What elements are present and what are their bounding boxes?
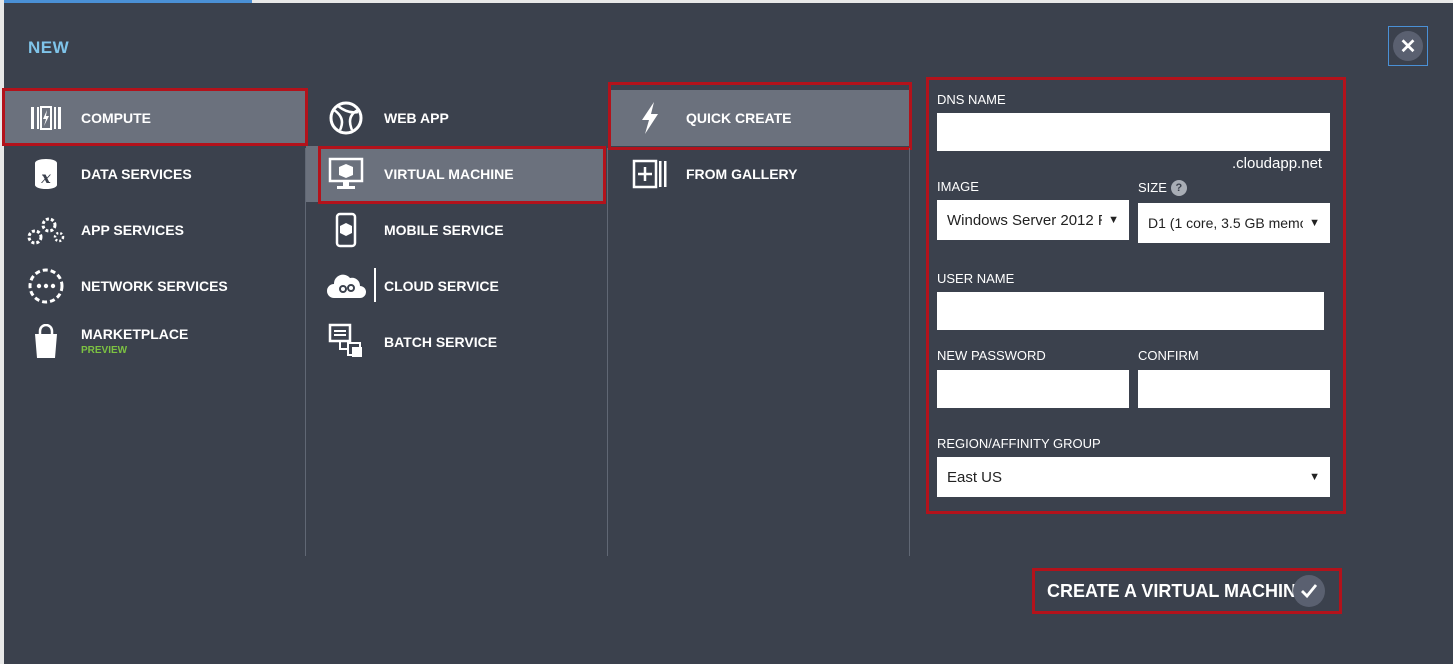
preview-badge: PREVIEW bbox=[81, 345, 128, 356]
gallery-icon bbox=[630, 154, 670, 194]
size-select[interactable]: D1 (1 core, 3.5 GB memory) ▼ bbox=[1138, 203, 1330, 243]
close-icon: ✕ bbox=[1393, 31, 1423, 61]
new-password-label: NEW PASSWORD bbox=[937, 348, 1046, 363]
service-label: MOBILE SERVICE bbox=[384, 222, 504, 238]
category-label: APP SERVICES bbox=[81, 222, 184, 238]
create-button-label: CREATE A VIRTUAL MACHINE bbox=[1047, 580, 1308, 601]
marketplace-text: MARKETPLACE PREVIEW bbox=[81, 326, 188, 356]
confirm-label: CONFIRM bbox=[1138, 348, 1199, 363]
batch-service-icon bbox=[326, 322, 366, 362]
cloud-service-icon bbox=[326, 266, 366, 306]
service-cloud-service[interactable]: CLOUD SERVICE bbox=[306, 258, 606, 314]
category-app-services[interactable]: APP SERVICES bbox=[4, 202, 306, 258]
service-label: WEB APP bbox=[384, 110, 449, 126]
confirm-password-input[interactable] bbox=[1138, 370, 1330, 408]
category-compute[interactable]: COMPUTE bbox=[4, 90, 306, 146]
web-app-icon bbox=[326, 98, 366, 138]
service-batch-service[interactable]: BATCH SERVICE bbox=[306, 314, 606, 370]
data-services-icon: x bbox=[26, 154, 66, 194]
checkmark-icon bbox=[1293, 575, 1325, 607]
column-divider-2 bbox=[607, 148, 608, 556]
cloud-service-separator bbox=[374, 268, 376, 302]
user-name-input[interactable] bbox=[937, 292, 1324, 330]
top-strip bbox=[0, 0, 1453, 3]
region-select-value: East US bbox=[947, 468, 1003, 486]
dropdown-arrow-icon: ▼ bbox=[1108, 214, 1119, 226]
lightning-icon bbox=[630, 98, 670, 138]
service-virtual-machine[interactable]: VIRTUAL MACHINE bbox=[306, 146, 606, 202]
help-icon[interactable]: ? bbox=[1170, 180, 1187, 196]
mobile-service-icon bbox=[326, 210, 366, 250]
category-label: NETWORK SERVICES bbox=[81, 278, 228, 294]
category-network-services[interactable]: NETWORK SERVICES bbox=[4, 258, 306, 314]
dropdown-arrow-icon: ▼ bbox=[1309, 471, 1320, 483]
method-label: QUICK CREATE bbox=[686, 110, 792, 126]
page-title: NEW bbox=[28, 38, 70, 57]
new-password-input[interactable] bbox=[937, 370, 1129, 408]
marketplace-icon bbox=[26, 322, 66, 362]
dns-suffix: .cloudapp.net bbox=[1232, 155, 1323, 172]
service-mobile-service[interactable]: MOBILE SERVICE bbox=[306, 202, 606, 258]
size-label-wrap: SIZE? bbox=[1138, 180, 1187, 196]
method-from-gallery[interactable]: FROM GALLERY bbox=[608, 146, 910, 202]
service-label: VIRTUAL MACHINE bbox=[384, 166, 514, 182]
image-select-value: Windows Server 2012 R2 Datacenter bbox=[947, 211, 1102, 229]
user-name-label: USER NAME bbox=[937, 271, 1015, 286]
method-label: FROM GALLERY bbox=[686, 166, 798, 182]
top-strip-accent bbox=[0, 0, 252, 3]
create-virtual-machine-button[interactable]: CREATE A VIRTUAL MACHINE bbox=[1032, 568, 1342, 614]
svg-text:x: x bbox=[40, 168, 51, 187]
method-quick-create[interactable]: QUICK CREATE bbox=[608, 90, 910, 146]
category-data-services[interactable]: x DATA SERVICES bbox=[4, 146, 306, 202]
size-select-value: D1 (1 core, 3.5 GB memory) bbox=[1148, 215, 1303, 231]
region-label: REGION/AFFINITY GROUP bbox=[937, 436, 1101, 451]
image-select[interactable]: Windows Server 2012 R2 Datacenter ▼ bbox=[937, 200, 1129, 240]
image-label: IMAGE bbox=[937, 179, 979, 194]
close-button[interactable]: ✕ bbox=[1388, 26, 1428, 66]
dns-name-label: DNS NAME bbox=[937, 92, 1006, 107]
size-label: SIZE bbox=[1138, 180, 1167, 195]
category-marketplace[interactable]: MARKETPLACE PREVIEW bbox=[4, 314, 306, 370]
category-label: DATA SERVICES bbox=[81, 166, 192, 182]
category-label: MARKETPLACE bbox=[81, 326, 189, 342]
virtual-machine-icon bbox=[326, 154, 366, 194]
compute-icon bbox=[26, 98, 66, 138]
dropdown-arrow-icon: ▼ bbox=[1309, 217, 1320, 229]
service-label: CLOUD SERVICE bbox=[384, 278, 499, 294]
region-select[interactable]: East US ▼ bbox=[937, 457, 1330, 497]
column-divider-3 bbox=[909, 148, 910, 556]
service-label: BATCH SERVICE bbox=[384, 334, 498, 350]
category-label: COMPUTE bbox=[81, 110, 151, 126]
network-services-icon bbox=[26, 266, 66, 306]
app-services-icon bbox=[26, 210, 66, 250]
service-web-app[interactable]: WEB APP bbox=[306, 90, 606, 146]
dns-name-input[interactable] bbox=[937, 113, 1330, 151]
